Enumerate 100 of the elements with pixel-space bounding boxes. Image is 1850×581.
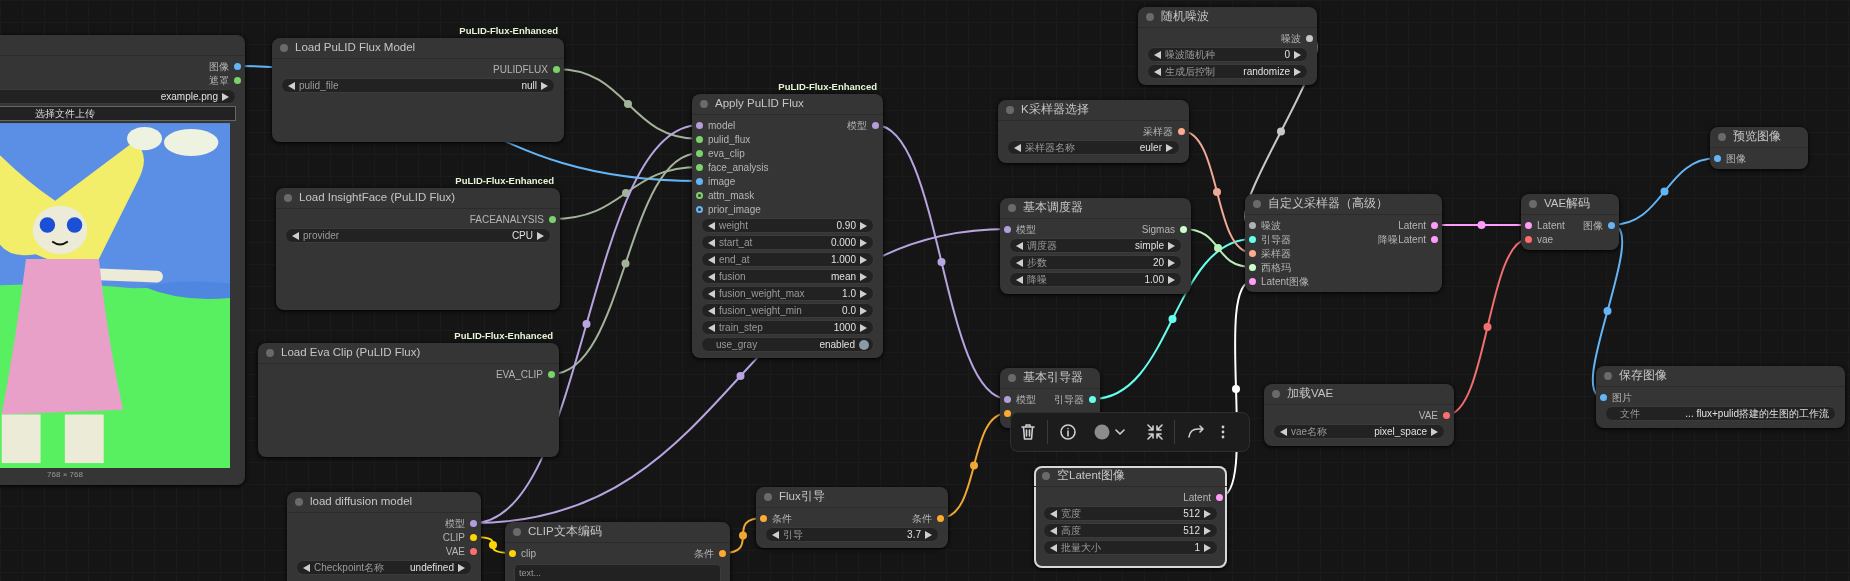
right-arrow-icon[interactable] xyxy=(458,563,465,572)
output-slot[interactable] xyxy=(1216,493,1223,501)
right-arrow-icon[interactable] xyxy=(537,231,544,240)
output-slot[interactable] xyxy=(1178,127,1185,135)
collapse-toggle[interactable] xyxy=(1146,13,1154,21)
redo-icon[interactable] xyxy=(1187,425,1205,439)
collapse-toggle[interactable] xyxy=(1006,106,1014,114)
collapse-toggle[interactable] xyxy=(1253,200,1261,208)
input-slot[interactable] xyxy=(1249,235,1256,243)
dropdown[interactable]: 采样器名称 euler xyxy=(1007,140,1180,155)
more-icon[interactable] xyxy=(1221,425,1225,439)
input-slot[interactable] xyxy=(1600,393,1607,401)
input-slot[interactable] xyxy=(696,163,703,171)
node-card[interactable]: load diffusion model 模型 CLIP VAE Checkpoint名称 undefined xyxy=(287,492,481,581)
input-slot[interactable] xyxy=(1249,263,1256,271)
output-slot[interactable] xyxy=(234,76,241,84)
input-slot[interactable] xyxy=(696,191,703,199)
chevron-down-icon[interactable] xyxy=(1115,428,1125,436)
input-slot[interactable] xyxy=(1004,395,1011,403)
node-card[interactable]: K采样器选择 采样器 采样器名称 euler xyxy=(998,100,1189,163)
output-slot[interactable] xyxy=(470,519,477,527)
number-field[interactable]: 批量大小 1 xyxy=(1043,540,1218,555)
input-slot[interactable] xyxy=(696,121,703,129)
left-arrow-icon[interactable] xyxy=(1280,427,1287,436)
number-field[interactable]: train_step 1000 xyxy=(701,320,874,335)
collapse-toggle[interactable] xyxy=(1604,372,1612,380)
left-arrow-icon[interactable] xyxy=(292,231,299,240)
collapse-toggle[interactable] xyxy=(513,528,521,536)
input-slot[interactable] xyxy=(696,149,703,157)
collapse-toggle[interactable] xyxy=(1272,390,1280,398)
node-card[interactable]: 空Latent图像 Latent 宽度 512 高度 512 批量大小 1 xyxy=(1034,466,1227,568)
dropdown[interactable]: 调度器 simple xyxy=(1009,238,1182,253)
dropdown[interactable]: provider CPU xyxy=(285,228,551,243)
input-slot[interactable] xyxy=(1249,221,1256,229)
output-slot[interactable] xyxy=(1306,34,1313,42)
input-slot[interactable] xyxy=(696,177,703,185)
node-card[interactable]: 基本调度器 模型 Sigmas 调度器 simple 步数 20 降噪 1.00 xyxy=(1000,198,1191,294)
node-card[interactable]: CLIP文本编码 clip 条件 text... xyxy=(505,522,730,581)
left-arrow-icon[interactable] xyxy=(772,530,779,539)
input-slot[interactable] xyxy=(509,549,516,557)
left-arrow-icon[interactable] xyxy=(288,81,295,90)
input-slot[interactable] xyxy=(1004,409,1011,417)
node-card[interactable]: 图像 遮罩 example.png 选择文件上传 768 × 768 xyxy=(0,35,245,485)
left-arrow-icon[interactable] xyxy=(303,563,310,572)
output-slot[interactable] xyxy=(470,547,477,555)
input-slot[interactable] xyxy=(1249,277,1256,285)
output-slot[interactable] xyxy=(1180,225,1187,233)
prompt-textarea[interactable]: text... xyxy=(514,564,721,581)
output-slot[interactable] xyxy=(1443,411,1450,419)
delete-icon[interactable] xyxy=(1021,424,1035,440)
output-slot[interactable] xyxy=(548,370,555,378)
output-slot[interactable] xyxy=(1431,235,1438,243)
collapse-toggle[interactable] xyxy=(1008,374,1016,382)
node-card[interactable]: VAE解码 Latent 图像 vae xyxy=(1521,194,1619,250)
node-card[interactable]: 保存图像 图片 文件 ... flux+pulid搭建的生图的工作流 xyxy=(1596,366,1845,428)
input-slot[interactable] xyxy=(760,514,767,522)
text-field[interactable]: 文件 ... flux+pulid搭建的生图的工作流 xyxy=(1605,406,1836,421)
input-slot[interactable] xyxy=(1004,225,1011,233)
output-slot[interactable] xyxy=(872,121,879,129)
node-card[interactable]: Flux引导 条件 条件 引导 3.7 xyxy=(756,487,948,548)
number-field[interactable]: fusion_weight_max 1.0 xyxy=(701,286,874,301)
number-field[interactable]: 引导 3.7 xyxy=(765,527,939,542)
number-field[interactable]: 宽度 512 xyxy=(1043,506,1218,521)
input-slot[interactable] xyxy=(1249,249,1256,257)
collapse-toggle[interactable] xyxy=(700,100,708,108)
number-field[interactable]: 降噪 1.00 xyxy=(1009,272,1182,287)
right-arrow-icon[interactable] xyxy=(222,92,229,101)
output-slot[interactable] xyxy=(553,65,560,73)
node-card[interactable]: 预览图像 图像 xyxy=(1710,127,1808,169)
number-field[interactable]: end_at 1.000 xyxy=(701,252,874,267)
left-arrow-icon[interactable] xyxy=(1014,143,1021,152)
right-arrow-icon[interactable] xyxy=(925,530,932,539)
dropdown[interactable]: pulid_file null xyxy=(281,78,555,93)
number-field[interactable]: 噪波随机种 0 xyxy=(1147,47,1308,62)
collapse-toggle[interactable] xyxy=(295,498,303,506)
collapse-toggle[interactable] xyxy=(1718,133,1726,141)
collapse-toggle[interactable] xyxy=(764,493,772,501)
node-card[interactable]: 随机噪波 噪波 噪波随机种 0 生成后控制 randomize xyxy=(1138,7,1317,85)
dropdown[interactable]: Checkpoint名称 undefined xyxy=(296,560,472,575)
number-field[interactable]: 高度 512 xyxy=(1043,523,1218,538)
dropdown[interactable]: example.png xyxy=(0,89,236,104)
input-slot[interactable] xyxy=(696,205,703,213)
dropdown[interactable]: 生成后控制 randomize xyxy=(1147,64,1308,79)
dropdown[interactable]: vae名称 pixel_space xyxy=(1273,424,1445,439)
output-slot[interactable] xyxy=(234,62,241,70)
input-slot[interactable] xyxy=(1525,221,1532,229)
toggle-switch[interactable]: use_gray enabled xyxy=(701,337,874,352)
number-field[interactable]: start_at 0.000 xyxy=(701,235,874,250)
output-slot[interactable] xyxy=(719,549,726,557)
output-slot[interactable] xyxy=(937,514,944,522)
node-card[interactable]: 加载VAE VAE vae名称 pixel_space xyxy=(1264,384,1454,446)
upload-button[interactable]: 选择文件上传 xyxy=(0,106,236,121)
number-field[interactable]: 步数 20 xyxy=(1009,255,1182,270)
output-slot[interactable] xyxy=(549,215,556,223)
right-arrow-icon[interactable] xyxy=(1166,143,1173,152)
collapse-toggle[interactable] xyxy=(280,44,288,52)
collapse-toggle[interactable] xyxy=(1529,200,1537,208)
collapse-toggle[interactable] xyxy=(1008,204,1016,212)
output-slot[interactable] xyxy=(1089,395,1096,403)
collapse-icon[interactable] xyxy=(1147,424,1163,440)
